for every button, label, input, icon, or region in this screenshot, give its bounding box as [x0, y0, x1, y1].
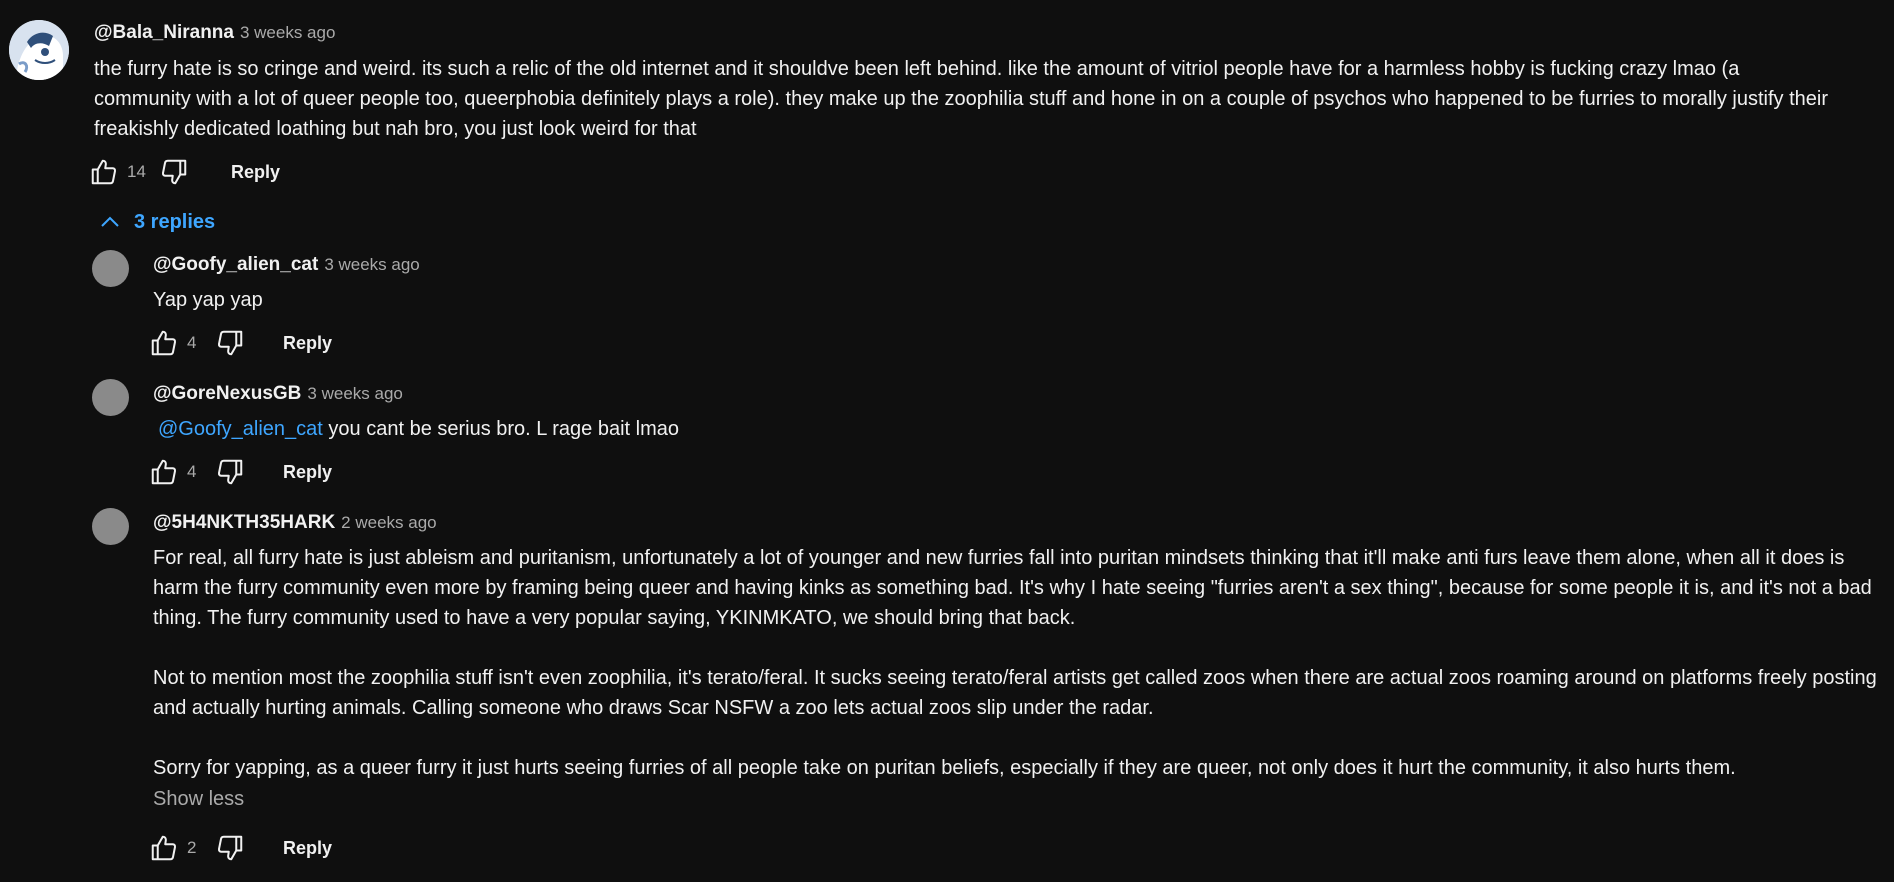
replies-count-label: 3 replies — [134, 210, 216, 233]
thumbs-up-icon — [151, 459, 177, 485]
dislike-button[interactable] — [159, 157, 189, 187]
thumbs-up-icon — [151, 835, 177, 861]
avatar[interactable] — [92, 250, 129, 287]
chevron-up-icon — [101, 216, 119, 227]
reply-text: Yap yap yap — [153, 285, 263, 315]
reply-paragraph: Sorry for yapping, as a queer furry it j… — [153, 757, 1736, 779]
reply-header: @GoreNexusGB 3 weeks ago — [153, 383, 403, 405]
mention-link[interactable]: @Goofy_alien_cat — [158, 418, 323, 440]
like-button[interactable] — [149, 328, 179, 358]
like-count: 4 — [187, 462, 197, 481]
reply-paragraph: @Goofy_alien_cat you cant be serius bro.… — [158, 414, 679, 444]
reply-text: For real, all furry hate is just ableism… — [153, 543, 1883, 783]
comment-author[interactable]: @Bala_Niranna — [94, 22, 234, 43]
reply-message: you cant be serius bro. L rage bait lmao — [328, 418, 679, 440]
reply-time[interactable]: 3 weeks ago — [324, 255, 419, 274]
thumbs-down-icon — [217, 330, 243, 356]
dislike-button[interactable] — [215, 833, 245, 863]
reply-author[interactable]: @5H4NKTH35HARK — [153, 512, 335, 533]
thumbs-down-icon — [161, 159, 187, 185]
reply-actions: 4 Reply — [149, 457, 332, 487]
reply-button[interactable]: Reply — [283, 462, 332, 483]
avatar[interactable] — [92, 379, 129, 416]
like-button[interactable] — [89, 157, 119, 187]
like-count: 14 — [127, 162, 146, 181]
avatar[interactable] — [92, 508, 129, 545]
thumbs-down-icon — [217, 835, 243, 861]
dislike-button[interactable] — [215, 457, 245, 487]
like-button[interactable] — [149, 457, 179, 487]
reply-header: @5H4NKTH35HARK 2 weeks ago — [153, 512, 437, 534]
replies-toggle-button[interactable]: 3 replies — [98, 210, 215, 234]
reply-author[interactable]: @Goofy_alien_cat — [153, 254, 318, 275]
reply-author[interactable]: @GoreNexusGB — [153, 383, 301, 404]
reply-button[interactable]: Reply — [283, 333, 332, 354]
reply-time[interactable]: 2 weeks ago — [341, 513, 436, 532]
comment-header: @Bala_Niranna 3 weeks ago — [94, 22, 335, 44]
reply-paragraph: For real, all furry hate is just ableism… — [153, 547, 1872, 629]
comment-time[interactable]: 3 weeks ago — [240, 23, 335, 42]
thumbs-down-icon — [217, 459, 243, 485]
like-count: 4 — [187, 333, 197, 352]
like-button[interactable] — [149, 833, 179, 863]
comment-paragraph: the furry hate is so cringe and weird. i… — [94, 58, 1829, 140]
dislike-button[interactable] — [215, 328, 245, 358]
avatar-image — [9, 20, 69, 80]
comment-text: the furry hate is so cringe and weird. i… — [94, 54, 1834, 144]
reply-actions: 4 Reply — [149, 328, 332, 358]
reply-button[interactable]: Reply — [231, 162, 280, 183]
avatar[interactable] — [9, 20, 69, 80]
reply-paragraph: Not to mention most the zoophilia stuff … — [153, 667, 1877, 719]
thumbs-up-icon — [151, 330, 177, 356]
reply-text: @Goofy_alien_cat you cant be serius bro.… — [158, 414, 679, 444]
show-less-button[interactable]: Show less — [153, 788, 244, 811]
reply-header: @Goofy_alien_cat 3 weeks ago — [153, 254, 420, 276]
comment-thread: @Bala_Niranna 3 weeks ago the furry hate … — [0, 0, 1894, 882]
reply-actions: 2 Reply — [149, 833, 332, 863]
like-count: 2 — [187, 838, 197, 857]
reply-time[interactable]: 3 weeks ago — [307, 384, 402, 403]
reply-paragraph: Yap yap yap — [153, 289, 263, 311]
reply-button[interactable]: Reply — [283, 838, 332, 859]
thumbs-up-icon — [91, 159, 117, 185]
comment-actions: 14 Reply — [89, 157, 280, 187]
